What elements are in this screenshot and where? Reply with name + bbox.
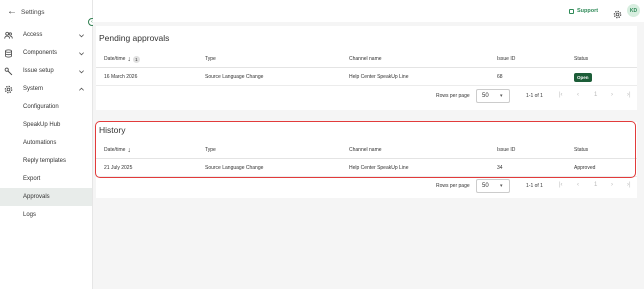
cell-status: Open <box>574 68 592 86</box>
sidebar-subitem-automations[interactable]: Automations <box>0 134 92 152</box>
table-header: Date/time ↓ 1 Type Channel name Issue ID… <box>96 50 637 68</box>
sidebar-subitem-label: Reply templates <box>23 158 67 164</box>
cell-issue-id: 68 <box>497 74 503 80</box>
sidebar: ← Settings Access Components Issue setup… <box>0 0 93 289</box>
cell-type: Source Language Change <box>205 74 264 80</box>
sidebar-item-label: Access <box>23 32 43 38</box>
current-page[interactable]: 1 <box>594 182 597 188</box>
support-icon <box>569 8 574 14</box>
column-label: Date/time <box>104 56 126 62</box>
sidebar-subitem-export[interactable]: Export <box>0 170 92 188</box>
sidebar-item-label: Issue setup <box>23 68 54 74</box>
rows-per-page-select[interactable]: 50 ▾ <box>476 89 510 103</box>
sidebar-subitem-approvals[interactable]: Approvals <box>0 188 92 206</box>
chevron-up-icon <box>78 86 85 93</box>
dropdown-caret-icon: ▾ <box>500 93 503 99</box>
rows-per-page-value: 50 <box>482 183 489 189</box>
sidebar-subitem-label: Automations <box>23 140 57 146</box>
last-page-icon[interactable]: ›| <box>627 182 631 188</box>
database-icon <box>4 48 13 58</box>
prev-page-icon[interactable]: ‹ <box>577 182 579 188</box>
column-channel-name[interactable]: Channel name <box>349 141 382 159</box>
sidebar-subitem-logs[interactable]: Logs <box>0 206 92 224</box>
chevron-down-icon <box>78 50 85 57</box>
support-label: Support <box>577 8 599 14</box>
column-type[interactable]: Type <box>205 141 216 159</box>
users-icon <box>4 31 13 40</box>
column-status[interactable]: Status <box>574 141 588 159</box>
column-status[interactable]: Status <box>574 50 588 68</box>
chevron-down-icon <box>78 32 85 39</box>
prev-page-icon[interactable]: ‹ <box>577 92 579 98</box>
next-page-icon[interactable]: › <box>611 92 613 98</box>
sort-arrow-icon[interactable]: ↓ <box>127 56 131 63</box>
back-arrow-icon[interactable]: ← <box>7 7 19 17</box>
gear-icon <box>4 85 13 94</box>
avatar[interactable]: KD <box>627 4 640 17</box>
settings-header: ← Settings <box>7 6 45 18</box>
sidebar-item-label: System <box>23 86 44 92</box>
column-type[interactable]: Type <box>205 50 216 68</box>
pending-pagination: Rows per page 50 ▾ 1-1 of 1 |‹ ‹ 1 › ›| <box>96 89 637 105</box>
first-page-icon[interactable]: |‹ <box>559 92 563 98</box>
last-page-icon[interactable]: ›| <box>627 92 631 98</box>
sidebar-subitem-label: SpeakUp Hub <box>23 122 61 128</box>
topbar: Support KD <box>93 0 644 22</box>
sidebar-item-access[interactable]: Access <box>0 26 92 44</box>
column-issue-id[interactable]: Issue ID <box>497 50 515 68</box>
table-row[interactable]: 16 March 2026 Source Language Change Hel… <box>96 68 637 86</box>
column-channel-name[interactable]: Channel name <box>349 50 382 68</box>
table-header: Date/time ↓ Type Channel name Issue ID S… <box>96 141 637 159</box>
history-pagination: Rows per page 50 ▾ 1-1 of 1 |‹ ‹ 1 › ›| <box>96 179 637 195</box>
cell-channel-name: Help Center SpeakUp Line <box>349 165 409 171</box>
current-page[interactable]: 1 <box>594 92 597 98</box>
column-datetime[interactable]: Date/time ↓ <box>104 141 131 159</box>
rows-per-page-select[interactable]: 50 ▾ <box>476 179 510 193</box>
sidebar-subitem-speakup-hub[interactable]: SpeakUp Hub <box>0 116 92 134</box>
support-link[interactable]: Support <box>569 7 598 15</box>
rows-per-page-label: Rows per page <box>436 183 470 189</box>
first-page-icon[interactable]: |‹ <box>559 182 563 188</box>
sidebar-item-system[interactable]: System <box>0 80 92 98</box>
settings-gear-icon[interactable] <box>613 6 622 19</box>
cell-status: Approved <box>574 165 596 171</box>
column-datetime[interactable]: Date/time ↓ 1 <box>104 50 140 68</box>
rows-per-page-label: Rows per page <box>436 93 470 99</box>
sidebar-subitem-label: Logs <box>23 212 37 218</box>
history-title: History <box>99 125 126 135</box>
sidebar-item-components[interactable]: Components <box>0 44 92 62</box>
sidebar-title: Settings <box>21 8 45 16</box>
rows-per-page-value: 50 <box>482 93 489 99</box>
pagination-range: 1-1 of 1 <box>526 183 543 189</box>
column-label: Date/time <box>104 147 126 153</box>
pagination-range: 1-1 of 1 <box>526 93 543 99</box>
cell-type: Source Language Change <box>205 165 264 171</box>
status-badge: Open <box>574 72 592 82</box>
sidebar-subitem-label: Approvals <box>23 194 50 200</box>
main-content: Support KD Pending approvals Date/time ↓… <box>93 0 644 289</box>
wrench-icon <box>4 67 13 76</box>
column-issue-id[interactable]: Issue ID <box>497 141 515 159</box>
sidebar-subitem-reply-templates[interactable]: Reply templates <box>0 152 92 170</box>
cell-channel-name: Help Center SpeakUp Line <box>349 74 409 80</box>
dropdown-caret-icon: ▾ <box>500 183 503 189</box>
sidebar-item-label: Components <box>23 50 58 56</box>
sort-count-badge: 1 <box>132 55 140 63</box>
sidebar-subitem-label: Export <box>23 176 41 182</box>
cell-issue-id: 34 <box>497 165 503 171</box>
sidebar-subitem-configuration[interactable]: Configuration <box>0 98 92 116</box>
sort-arrow-icon[interactable]: ↓ <box>127 147 131 154</box>
next-page-icon[interactable]: › <box>611 182 613 188</box>
chevron-down-icon <box>78 68 85 75</box>
sidebar-subitem-label: Configuration <box>23 104 59 110</box>
table-row[interactable]: 21 July 2025 Source Language Change Help… <box>96 159 637 177</box>
sidebar-item-issue-setup[interactable]: Issue setup <box>0 62 92 80</box>
cell-datetime: 16 March 2026 <box>104 74 138 80</box>
cell-datetime: 21 July 2025 <box>104 165 133 171</box>
pending-approvals-title: Pending approvals <box>99 33 170 43</box>
